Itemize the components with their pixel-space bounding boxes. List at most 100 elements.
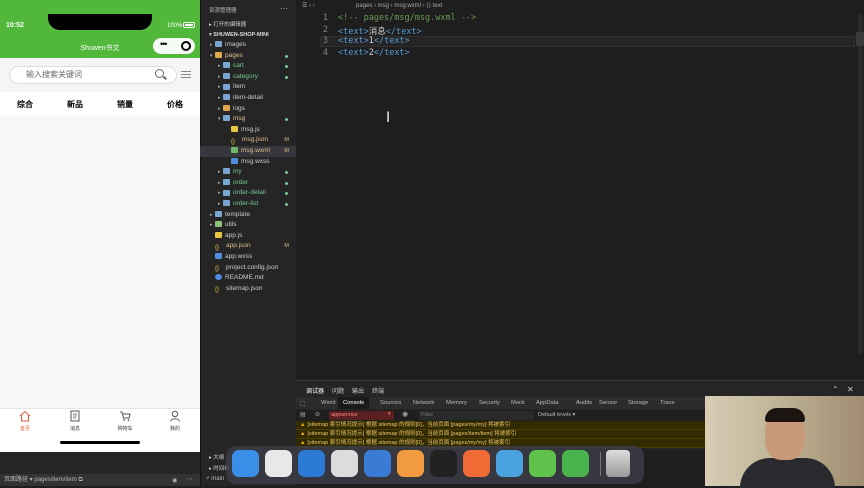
terminal-icon[interactable] — [430, 450, 457, 477]
category-tab-price[interactable]: 价格 — [167, 99, 183, 110]
code-line[interactable]: <text>2</text> — [338, 48, 410, 58]
tab-terminal[interactable]: 终端 — [372, 386, 384, 395]
tree-item[interactable]: {} msg.json M — [200, 135, 296, 146]
tree-item[interactable]: msg.js — [200, 125, 296, 136]
console-warning[interactable]: ▲ [sitemap 索引情况提示] 根据 sitemap 的规则[0]，当前页面… — [296, 421, 706, 430]
more-icon[interactable]: ••• — [160, 39, 168, 49]
breadcrumb[interactable]: pages › msg › msg.wxml › ⟨⟩ text — [356, 0, 442, 13]
devtools-tab-sources[interactable]: Sources — [380, 400, 401, 406]
trash-icon[interactable] — [606, 450, 630, 477]
tree-item[interactable]: ▸ logs — [200, 104, 296, 115]
devtools-tab-memory[interactable]: Memory — [446, 400, 467, 406]
devtools-tab-network[interactable]: Network — [413, 400, 434, 406]
code-line[interactable]: <text>消息</text> — [338, 25, 422, 37]
home-icon — [19, 410, 31, 422]
tree-item[interactable]: ▸ template — [200, 210, 296, 221]
tree-item[interactable]: ▸ cart — [200, 61, 296, 72]
filter-icon[interactable] — [181, 69, 191, 79]
tree-item[interactable]: ▸ item-detail — [200, 93, 296, 104]
tree-item-label: project.config.json — [226, 263, 279, 271]
tree-item[interactable]: ▸ category — [200, 72, 296, 83]
finder-icon[interactable] — [232, 450, 259, 477]
devtools-tab-sensor[interactable]: Sensor — [599, 400, 617, 406]
log-levels-select[interactable]: Default levels ▾ — [538, 412, 575, 418]
console-warning[interactable]: ▲ [sitemap 索引情况提示] 根据 sitemap 的规则[0]，当前页面… — [296, 430, 706, 439]
tree-item[interactable]: {} project.config.json — [200, 263, 296, 274]
tree-item[interactable]: {} app.json M — [200, 241, 296, 252]
wxss-file-icon — [215, 253, 222, 260]
code-token: <text> — [338, 26, 369, 37]
paper-plane-icon[interactable] — [496, 450, 523, 477]
category-tab-new[interactable]: 新品 — [67, 99, 83, 110]
close-icon[interactable]: ✕ — [847, 385, 854, 394]
warning-text: [sitemap 索引情况提示] 根据 sitemap 的规则[0]，当前页面 … — [307, 431, 517, 437]
outline-section[interactable]: ▸ 大纲 — [209, 453, 224, 461]
editor-scrollbar[interactable] — [858, 14, 863, 354]
close-miniprogram-icon[interactable] — [181, 41, 191, 51]
minimap-slider[interactable] — [856, 32, 864, 46]
clear-console-icon[interactable]: ⊘ — [315, 411, 320, 418]
tree-item[interactable]: app.js — [200, 231, 296, 242]
page-path-label[interactable]: 页面路径 ▾ — [4, 477, 33, 483]
chrome-icon[interactable] — [265, 450, 292, 477]
eye-icon[interactable]: ◉ — [172, 477, 177, 484]
more-icon[interactable]: ⋯ — [186, 475, 193, 483]
tab-output[interactable]: 输出 — [352, 386, 364, 395]
tree-item[interactable]: ▾ pages — [200, 51, 296, 62]
tree-item[interactable]: msg.wxml M — [200, 146, 296, 157]
tab-home[interactable]: 首页 — [0, 410, 50, 432]
code-line[interactable]: <text>1</text> — [338, 36, 410, 46]
wechat-devtools-icon[interactable] — [331, 450, 358, 477]
tree-item[interactable]: ▸ order-list — [200, 199, 296, 210]
devtools-tab-appdata[interactable]: AppData — [536, 400, 559, 406]
tree-item[interactable]: msg.wxss — [200, 157, 296, 168]
tree-item[interactable]: ▸ images — [200, 40, 296, 51]
category-tab-all[interactable]: 综合 — [17, 99, 33, 110]
wechat-icon[interactable] — [529, 450, 556, 477]
tab-debugger[interactable]: 调试器 — [306, 386, 324, 395]
devtools-tab-storage[interactable]: Storage — [628, 400, 648, 406]
sidebar-toggle-icon[interactable]: ▤ — [300, 411, 306, 418]
tree-item[interactable]: ▸ order — [200, 178, 296, 189]
console-filter-input[interactable]: Filter — [419, 411, 534, 420]
project-root[interactable]: ▾ SHUWEN-SHOP-MINI — [209, 32, 269, 38]
tree-item-label: cart — [233, 62, 244, 70]
tab-mine[interactable]: 我的 — [150, 410, 200, 432]
devtools-tab-wxml[interactable]: Wxml — [321, 400, 336, 406]
vscode-icon[interactable] — [298, 450, 325, 477]
git-branch[interactable]: ⑂ main — [206, 476, 224, 482]
tree-item[interactable]: ▸ item — [200, 82, 296, 93]
devtools-tab-security[interactable]: Security — [479, 400, 500, 406]
tab-cart[interactable]: 购物车 — [100, 410, 150, 432]
tree-item[interactable]: ▸ my — [200, 167, 296, 178]
tab-problems[interactable]: 问题 — [332, 386, 344, 395]
postman-icon[interactable] — [463, 450, 490, 477]
sublime-icon[interactable] — [397, 450, 424, 477]
camtasia-icon[interactable] — [562, 450, 589, 477]
devtools-tab-console[interactable]: Console — [338, 397, 370, 409]
json-file-icon: {} — [231, 138, 236, 145]
more-icon[interactable]: ··· — [280, 4, 288, 13]
tree-item[interactable]: ▸ utils — [200, 220, 296, 231]
context-select[interactable]: appservice — [329, 411, 394, 420]
tree-item[interactable]: README.md — [200, 273, 296, 284]
search-input[interactable]: 输入搜索关键词 — [9, 66, 177, 84]
copy-icon[interactable]: ⧉ — [78, 477, 82, 483]
tree-item[interactable]: app.wxss — [200, 252, 296, 263]
devtools-tab-mock[interactable]: Mock — [511, 400, 525, 406]
tree-item[interactable]: {} sitemap.json — [200, 284, 296, 295]
devtools-tab-trace[interactable]: Trace — [660, 400, 675, 406]
tree-item[interactable]: ▸ order-detail — [200, 188, 296, 199]
inspect-icon[interactable]: ⬚ — [300, 400, 306, 407]
collapse-icon[interactable]: ⌃ — [832, 385, 839, 394]
eye-icon[interactable]: ◉ — [402, 410, 408, 418]
code-line[interactable]: <!-- pages/msg/msg.wxml --> — [338, 13, 476, 23]
tree-item-label: template — [225, 210, 250, 218]
category-tab-sales[interactable]: 销量 — [117, 99, 133, 110]
search-icon[interactable] — [155, 69, 164, 78]
tree-item[interactable]: ▾ msg — [200, 114, 296, 125]
tab-message[interactable]: 消息 — [50, 410, 100, 432]
vector-app-icon[interactable] — [364, 450, 391, 477]
open-editors-section[interactable]: ▸ 打开的编辑器 — [209, 20, 246, 28]
devtools-tab-audits[interactable]: Audits — [576, 400, 592, 406]
